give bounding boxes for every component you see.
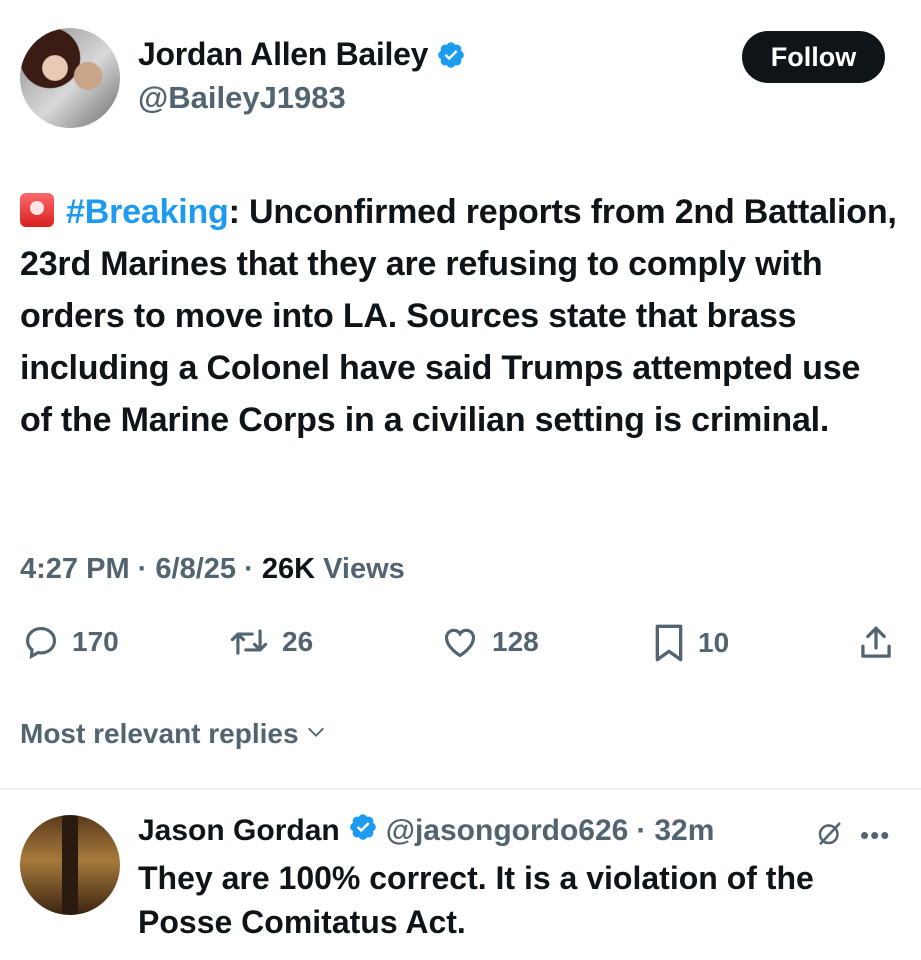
reply-count: 170 bbox=[72, 626, 119, 657]
reply-button[interactable]: 170 bbox=[22, 623, 119, 661]
reply-author-avatar[interactable] bbox=[20, 815, 120, 915]
reply-text: They are 100% correct. It is a violation… bbox=[138, 860, 814, 940]
replies-sort-dropdown[interactable]: Most relevant replies bbox=[20, 718, 327, 750]
repost-count: 26 bbox=[282, 626, 314, 657]
grok-icon[interactable] bbox=[815, 818, 845, 853]
like-button[interactable]: 128 bbox=[440, 623, 539, 661]
bookmark-button[interactable]: 10 bbox=[652, 623, 729, 663]
verified-badge-icon bbox=[348, 812, 378, 850]
verified-badge-icon bbox=[436, 40, 466, 70]
reply-header: Jason Gordan @jasongordo626 · 32m bbox=[138, 812, 714, 850]
reply-age[interactable]: 32m bbox=[654, 814, 714, 848]
like-count: 128 bbox=[492, 626, 539, 657]
repost-button[interactable]: 26 bbox=[228, 623, 313, 661]
follow-button[interactable]: Follow bbox=[742, 31, 885, 83]
heart-icon bbox=[440, 623, 480, 661]
author-handle[interactable]: @BaileyJ1983 bbox=[138, 80, 346, 116]
author-avatar[interactable] bbox=[20, 28, 120, 128]
repost-icon bbox=[228, 623, 270, 661]
reply-author-name[interactable]: Jason Gordan bbox=[138, 814, 340, 848]
share-icon bbox=[858, 623, 894, 663]
tweet-meta: 4:27 PM · 6/8/25 · 26K Views bbox=[20, 553, 405, 586]
views-count[interactable]: 26K bbox=[262, 553, 315, 585]
tweet-text: #Breaking: Unconfirmed reports from 2nd … bbox=[20, 186, 900, 446]
siren-emoji-icon bbox=[20, 193, 54, 227]
reply-separator: · bbox=[636, 814, 647, 847]
meta-separator: · bbox=[137, 553, 148, 585]
reply-icon bbox=[22, 623, 60, 661]
share-button[interactable] bbox=[858, 623, 894, 663]
views-label: Views bbox=[323, 553, 405, 585]
tweet-time[interactable]: 4:27 PM bbox=[20, 553, 130, 585]
tweet-date[interactable]: 6/8/25 bbox=[155, 553, 236, 585]
hashtag-link[interactable]: #Breaking bbox=[66, 193, 229, 231]
meta-separator: · bbox=[244, 553, 254, 585]
bookmark-count: 10 bbox=[698, 627, 730, 658]
author-name-row: Jordan Allen Bailey bbox=[138, 36, 466, 73]
replies-sort-label: Most relevant replies bbox=[20, 718, 299, 749]
chevron-down-icon bbox=[305, 718, 327, 750]
divider bbox=[0, 788, 921, 790]
author-display-name[interactable]: Jordan Allen Bailey bbox=[138, 36, 428, 73]
more-options-icon[interactable]: ••• bbox=[860, 820, 890, 851]
bookmark-icon bbox=[652, 623, 686, 663]
reply-author-handle[interactable]: @jasongordo626 bbox=[386, 814, 629, 848]
